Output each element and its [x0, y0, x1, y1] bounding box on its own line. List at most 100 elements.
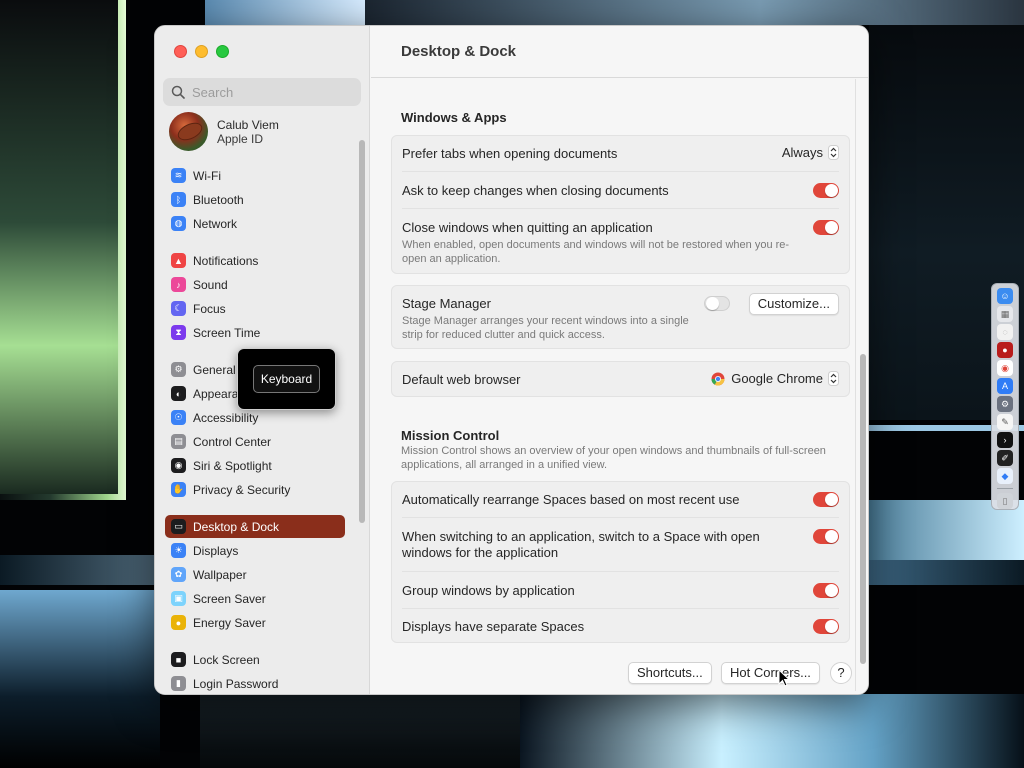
sidebar-item-energy-saver[interactable]: ● Energy Saver: [165, 611, 345, 634]
mission-control-group: Automatically rearrange Spaces based on …: [391, 481, 850, 643]
sidebar-item-label: Privacy & Security: [193, 482, 291, 497]
sidebar-item-focus[interactable]: ☾ Focus: [165, 297, 345, 320]
prefer-tabs-popup[interactable]: Always: [782, 145, 839, 160]
apple-id-account[interactable]: Calub Viem Apple ID: [169, 112, 279, 151]
gear-icon: ⚙: [171, 362, 186, 377]
settings-window: Calub Viem Apple ID ≋ Wi-Fi ᛒ Bluetooth ◍ Net…: [154, 25, 869, 695]
search-input[interactable]: [192, 84, 352, 100]
vscode-icon[interactable]: ◆: [997, 468, 1013, 484]
switch-space-toggle[interactable]: [813, 529, 839, 544]
prefer-tabs-value: Always: [781, 145, 823, 160]
stage-manager-group: Stage Manager Stage Manager arranges you…: [391, 285, 850, 349]
avatar: [169, 112, 208, 151]
app-store-icon[interactable]: A: [997, 378, 1013, 394]
sidebar-item-bluetooth[interactable]: ᛒ Bluetooth: [165, 188, 345, 211]
stage-manager-desc: Stage Manager arranges your recent windo…: [402, 315, 689, 341]
sidebar-item-screen-time[interactable]: ⧗ Screen Time: [165, 321, 345, 344]
account-name: Calub Viem: [217, 117, 279, 132]
appearance-icon: ◐: [171, 386, 186, 401]
auto-rearrange-label: Automatically rearrange Spaces based on …: [402, 492, 740, 507]
stepper-icon: [828, 371, 839, 386]
sidebar-scrollbar[interactable]: [359, 140, 365, 523]
close-windows-toggle[interactable]: [813, 220, 839, 235]
sidebar-item-siri-spotlight[interactable]: ◉ Siri & Spotlight: [165, 454, 345, 477]
sidebar-item-wi-fi[interactable]: ≋ Wi-Fi: [165, 164, 345, 187]
finder-icon[interactable]: ☺: [997, 288, 1013, 304]
sidebar-item-label: Wi-Fi: [193, 168, 221, 183]
sidebar-item-privacy-security[interactable]: ✋ Privacy & Security: [165, 478, 345, 501]
sidebar-item-label: Displays: [193, 543, 239, 558]
separate-spaces-label: Displays have separate Spaces: [402, 619, 585, 634]
launchpad-icon[interactable]: ▦: [997, 306, 1013, 322]
hot-corners-button[interactable]: Hot Corners...: [721, 662, 820, 684]
content-scrollbar[interactable]: [860, 354, 866, 664]
sidebar-item-label: Bluetooth: [193, 192, 244, 207]
lock-icon: ■: [171, 652, 186, 667]
sidebar-item-displays[interactable]: ☀ Displays: [165, 539, 345, 562]
sidebar-item-label: Screen Time: [193, 325, 261, 340]
sidebar: Calub Viem Apple ID ≋ Wi-Fi ᛒ Bluetooth ◍ Net…: [155, 26, 370, 694]
shortcuts-button[interactable]: Shortcuts...: [628, 662, 712, 684]
help-button[interactable]: ?: [830, 662, 852, 684]
sidebar-item-label: Login Password: [193, 676, 279, 691]
sidebar-item-label: Energy Saver: [193, 615, 266, 630]
sidebar-item-lock-screen[interactable]: ■ Lock Screen: [165, 648, 345, 671]
group-windows-label: Group windows by application: [402, 583, 575, 598]
group-windows-toggle[interactable]: [813, 583, 839, 598]
browser-group: Default web browser Google Chrome: [391, 361, 850, 397]
browser-row: Default web browser Google Chrome: [402, 362, 839, 398]
windows-apps-group: Prefer tabs when opening documents Alway…: [391, 135, 850, 274]
dock-separator: [997, 488, 1013, 489]
siri-icon: ◉: [171, 458, 186, 473]
control-center-icon: ▤: [171, 434, 186, 449]
section-title-mission-control: Mission Control: [401, 428, 500, 443]
ask-keep-row: Ask to keep changes when closing documen…: [402, 173, 839, 209]
chrome-icon[interactable]: ◉: [997, 360, 1013, 376]
terminal-icon[interactable]: ›: [997, 432, 1013, 448]
sidebar-item-sound[interactable]: ♪ Sound: [165, 273, 345, 296]
sidebar-item-label: Siri & Spotlight: [193, 458, 272, 473]
customize-button[interactable]: Customize...: [748, 293, 839, 315]
separate-spaces-row: Displays have separate Spaces: [402, 610, 839, 644]
minimize-button[interactable]: [195, 45, 208, 58]
sidebar-item-desktop-dock[interactable]: ▭ Desktop & Dock: [165, 515, 345, 538]
trash-icon[interactable]: ▯: [997, 493, 1013, 509]
search-field[interactable]: [163, 78, 361, 106]
close-windows-label: Close windows when quitting an applicati…: [402, 220, 653, 235]
separate-spaces-toggle[interactable]: [813, 619, 839, 634]
ask-keep-toggle[interactable]: [813, 183, 839, 198]
safari-icon[interactable]: ◌: [997, 324, 1013, 340]
stage-manager-toggle[interactable]: [704, 296, 730, 311]
hourglass-icon: ⧗: [171, 325, 186, 340]
account-subtitle: Apple ID: [217, 131, 264, 146]
photo-booth-icon[interactable]: ●: [997, 342, 1013, 358]
stepper-icon: [828, 145, 839, 160]
close-windows-desc: When enabled, open documents and windows…: [402, 239, 790, 265]
close-button[interactable]: [174, 45, 187, 58]
sidebar-item-label: Control Center: [193, 434, 272, 449]
textedit-icon[interactable]: ✎: [997, 414, 1013, 430]
stage-manager-label: Stage Manager: [402, 296, 491, 311]
sidebar-item-label: Screen Saver: [193, 591, 266, 606]
mission-control-desc: Mission Control shows an overview of you…: [401, 445, 826, 471]
sidebar-item-notifications[interactable]: ▲ Notifications: [165, 249, 345, 272]
script-editor-icon[interactable]: ✐: [997, 450, 1013, 466]
moon-icon: ☾: [171, 301, 186, 316]
system-settings-icon[interactable]: ⚙: [997, 396, 1013, 412]
sidebar-item-login-password[interactable]: ▮ Login Password: [165, 672, 345, 694]
bell-icon: ▲: [171, 253, 186, 268]
chrome-icon: [711, 372, 725, 386]
auto-rearrange-toggle[interactable]: [813, 492, 839, 507]
sidebar-item-control-center[interactable]: ▤ Control Center: [165, 430, 345, 453]
sidebar-item-wallpaper[interactable]: ✿ Wallpaper: [165, 563, 345, 586]
screensaver-icon: ▣: [171, 591, 186, 606]
hand-icon: ✋: [171, 482, 186, 497]
mouse-cursor-icon: [778, 669, 790, 687]
zoom-button[interactable]: [216, 45, 229, 58]
sidebar-item-screen-saver[interactable]: ▣ Screen Saver: [165, 587, 345, 610]
browser-popup[interactable]: Google Chrome: [711, 371, 839, 386]
sidebar-item-network[interactable]: ◍ Network: [165, 212, 345, 235]
browser-value: Google Chrome: [731, 371, 823, 386]
sidebar-item-label: Notifications: [193, 253, 259, 268]
scroll-track: [855, 79, 856, 691]
